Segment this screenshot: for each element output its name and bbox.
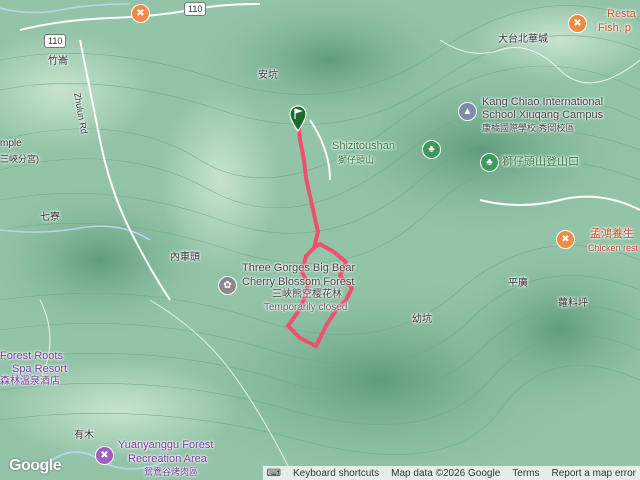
place-label-dataibeihuacheng: 大台北華城 (498, 34, 548, 45)
restaurant-icon[interactable]: ✖ (131, 4, 150, 23)
place-label-ankeng: 安坑 (258, 70, 278, 81)
road-shield-110: 110 (184, 2, 207, 16)
park-icon[interactable]: ♣ (422, 140, 441, 159)
resort-label-line1[interactable]: Forest Roots (0, 350, 63, 362)
road-shield-110: 110 (44, 34, 67, 48)
place-label-youmu: 有木 (74, 430, 94, 441)
report-error-link[interactable]: Report a map error (552, 468, 636, 479)
resort-label-line2[interactable]: Spa Resort (12, 363, 67, 375)
bbq-icon[interactable]: ✖ (95, 446, 114, 465)
keyboard-icon[interactable]: ⌨ (267, 468, 281, 479)
place-label-temple: mple (0, 138, 22, 149)
restaurant-label[interactable]: Resta (607, 8, 636, 20)
recreation-label-line2[interactable]: Recreation Area (128, 453, 207, 465)
google-logo: Google (9, 457, 62, 474)
place-label-youkeng: 幼坑 (412, 314, 432, 325)
flower-icon[interactable]: ✿ (218, 276, 237, 295)
start-flag-icon[interactable] (288, 104, 308, 137)
forest-label-line2[interactable]: Cherry Blossom Forest (242, 276, 354, 288)
restaurant-icon[interactable]: ✖ (556, 230, 575, 249)
keyboard-shortcuts-link[interactable]: Keyboard shortcuts (293, 468, 379, 479)
peak-label[interactable]: Shizitoushan (332, 140, 395, 152)
school-label-zh[interactable]: 康橋國際學校 秀岡校區 (482, 122, 575, 134)
school-label-line1[interactable]: Kang Chiao International (482, 96, 603, 108)
resort-label-zh[interactable]: 森林溫泉酒店 (0, 376, 60, 388)
place-label-temple-zh: 三峽分宮) (0, 154, 39, 164)
place-label-pingguang: 平廣 (508, 278, 528, 289)
place-label-qiliao: 七寮 (40, 212, 60, 223)
restaurant-label-sub[interactable]: Fish, p (598, 22, 631, 34)
recreation-label-line1[interactable]: Yuanyanggu Forest (118, 439, 213, 451)
place-label-neichetou: 內車頭 (170, 252, 200, 263)
peak-label-zh[interactable]: 獅仔頭山 (338, 154, 374, 166)
place-label-zhulun: 竹崙 (48, 56, 68, 67)
attribution-bar: ⌨ Keyboard shortcuts Map data ©2026 Goog… (262, 466, 640, 480)
forest-label-zh[interactable]: 三峽熊空樱花林 (272, 289, 342, 301)
restaurant-label-zh[interactable]: 孟鴻養生 (590, 228, 634, 240)
park-icon[interactable]: ♣ (480, 153, 499, 172)
forest-label-line1[interactable]: Three Gorges Big Bear (242, 262, 355, 274)
forest-status: Temporarily closed (264, 302, 348, 313)
school-label-line2[interactable]: School Xiuqang Campus (482, 109, 603, 121)
map-data-text: Map data ©2026 Google (391, 467, 501, 479)
trailhead-label[interactable]: 獅仔頭山登山口 (502, 156, 579, 168)
school-icon[interactable]: ▲ (458, 102, 477, 121)
terrain-map[interactable] (0, 0, 640, 480)
restaurant-label-en[interactable]: Chicken rest (588, 242, 638, 254)
place-label-luoliaoping: 蘿料坪 (558, 298, 588, 309)
terms-link[interactable]: Terms (512, 468, 539, 479)
recreation-label-zh[interactable]: 鴛鴦谷烤肉區 (144, 466, 198, 478)
restaurant-icon[interactable]: ✖ (568, 14, 587, 33)
